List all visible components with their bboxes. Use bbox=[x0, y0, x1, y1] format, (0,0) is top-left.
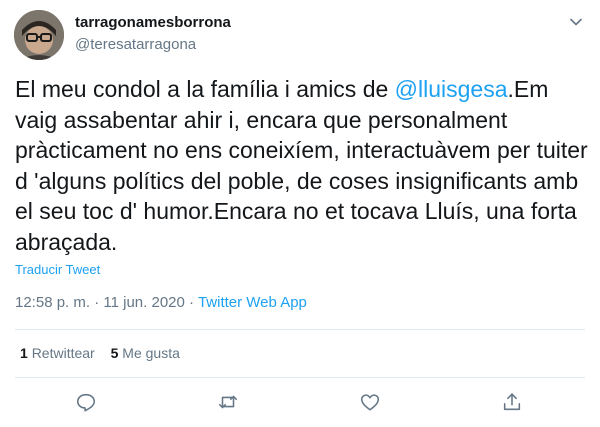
divider bbox=[15, 377, 585, 378]
display-name[interactable]: tarragonamesborrona bbox=[75, 14, 231, 31]
reply-icon[interactable] bbox=[75, 391, 97, 413]
likes-count: 5 bbox=[110, 345, 119, 361]
avatar[interactable] bbox=[14, 10, 64, 60]
tweet-card: tarragonamesborrona @teresatarragona El … bbox=[0, 0, 600, 427]
mention-link[interactable]: @lluisgesa bbox=[395, 76, 508, 102]
tweet-stats: 1 Retwittear 5 Me gusta bbox=[20, 345, 192, 361]
like-icon[interactable] bbox=[359, 391, 381, 413]
tweet-text: El meu condol a la família i amics de @l… bbox=[15, 74, 590, 257]
avatar-image bbox=[14, 10, 64, 60]
likes-stat[interactable]: 5 Me gusta bbox=[111, 345, 180, 361]
retweets-label: Retwittear bbox=[31, 345, 95, 361]
likes-label: Me gusta bbox=[122, 345, 180, 361]
tweet-text-start: El meu condol a la família i amics de bbox=[15, 76, 395, 102]
divider bbox=[15, 329, 585, 330]
retweets-count: 1 bbox=[20, 345, 28, 361]
more-caret-icon[interactable] bbox=[568, 14, 584, 30]
tweet-source-link[interactable]: Twitter Web App bbox=[198, 294, 307, 311]
share-icon[interactable] bbox=[501, 391, 523, 413]
meta-separator: · bbox=[189, 294, 195, 311]
translate-tweet-link[interactable]: Traducir Tweet bbox=[15, 262, 100, 277]
tweet-text-end: .Em vaig assabentar ahir i, encara que p… bbox=[15, 76, 588, 255]
user-handle[interactable]: @teresatarragona bbox=[75, 36, 196, 53]
tweet-metadata: 12:58 p. m. · 11 jun. 2020 · Twitter Web… bbox=[15, 294, 307, 311]
meta-separator: · bbox=[94, 294, 100, 311]
retweets-stat[interactable]: 1 Retwittear bbox=[20, 345, 95, 361]
tweet-date[interactable]: 11 jun. 2020 bbox=[103, 294, 184, 311]
tweet-time[interactable]: 12:58 p. m. bbox=[15, 294, 90, 311]
retweet-icon[interactable] bbox=[217, 391, 239, 413]
